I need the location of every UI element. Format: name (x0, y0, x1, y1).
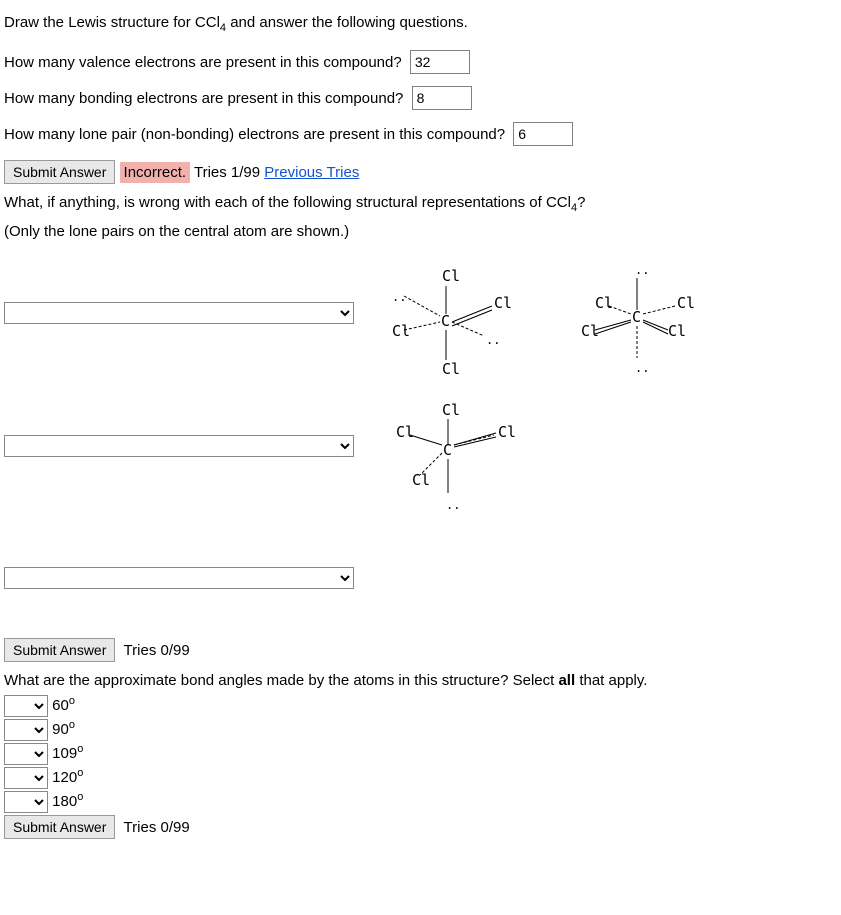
bonding-input[interactable] (412, 86, 472, 110)
intro-suffix: and answer the following questions. (226, 14, 468, 31)
svg-text:..: .. (392, 290, 406, 304)
angle-select-109[interactable] (4, 743, 48, 765)
svg-text:Cl: Cl (581, 322, 599, 340)
angles-question: What are the approximate bond angles mad… (4, 670, 837, 691)
feedback-row-2: Submit Answer Tries 0/99 (4, 638, 837, 662)
structure-select-2[interactable] (4, 435, 354, 457)
svg-text:..: .. (486, 333, 500, 347)
structure-select-3[interactable] (4, 567, 354, 589)
diagram-column: Cl Cl C Cl Cl .. .. .. Cl Cl C Cl Cl (364, 256, 837, 528)
valence-row: How many valence electrons are present i… (4, 50, 837, 74)
svg-text:Cl: Cl (396, 423, 414, 441)
svg-text:C: C (632, 308, 641, 326)
intro-prefix: Draw the Lewis structure for CCl (4, 14, 220, 31)
svg-text:..: .. (635, 361, 649, 375)
angle-select-90[interactable] (4, 719, 48, 741)
submit-button-3[interactable]: Submit Answer (4, 815, 115, 839)
svg-text:..: .. (635, 263, 649, 277)
angle-row-180: 180o (4, 791, 837, 813)
tries-text-2: Tries 0/99 (124, 642, 190, 659)
angle-select-60[interactable] (4, 695, 48, 717)
angle-row-109: 109o (4, 743, 837, 765)
svg-text:Cl: Cl (677, 294, 695, 312)
svg-text:Cl: Cl (494, 294, 512, 312)
struct-prefix: What, if anything, is wrong with each of… (4, 194, 571, 211)
tries-text-1: Tries 1/99 (190, 164, 264, 181)
intro-text: Draw the Lewis structure for CCl4 and an… (4, 12, 837, 36)
angle-row-120: 120o (4, 767, 837, 789)
lonepair-label: How many lone pair (non-bonding) electro… (4, 126, 505, 143)
feedback-row-3: Submit Answer Tries 0/99 (4, 815, 837, 839)
angle-label-180: 180o (52, 793, 83, 810)
angle-label-120: 120o (52, 769, 83, 786)
svg-text:Cl: Cl (498, 423, 516, 441)
struct-line2: (Only the lone pairs on the central atom… (4, 221, 837, 242)
svg-text:Cl: Cl (442, 360, 460, 378)
angle-label-60: 60o (52, 697, 75, 714)
status-badge: Incorrect. (120, 162, 191, 183)
svg-text:Cl: Cl (668, 322, 686, 340)
submit-button-2[interactable]: Submit Answer (4, 638, 115, 662)
svg-text:C: C (441, 312, 450, 330)
angle-select-180[interactable] (4, 791, 48, 813)
angles-suffix: that apply. (575, 672, 647, 689)
bonding-label: How many bonding electrons are present i… (4, 90, 403, 107)
svg-text:..: .. (446, 498, 460, 512)
previous-tries-link[interactable]: Previous Tries (264, 164, 359, 181)
svg-text:Cl: Cl (392, 322, 410, 340)
angles-bold: all (558, 672, 575, 689)
struct-question: What, if anything, is wrong with each of… (4, 192, 837, 216)
svg-text:Cl: Cl (442, 267, 460, 285)
svg-text:Cl: Cl (595, 294, 613, 312)
structure-diagram-1: Cl Cl C Cl Cl .. .. (364, 266, 544, 386)
angle-label-90: 90o (52, 721, 75, 738)
submit-button-1[interactable]: Submit Answer (4, 160, 115, 184)
valence-input[interactable] (410, 50, 470, 74)
structure-diagram-3: Cl Cl Cl C Cl .. (364, 397, 544, 517)
feedback-row-1: Submit Answer Incorrect. Tries 1/99 Prev… (4, 160, 837, 184)
lonepair-row: How many lone pair (non-bonding) electro… (4, 122, 837, 146)
angle-select-120[interactable] (4, 767, 48, 789)
svg-text:Cl: Cl (442, 401, 460, 419)
structure-select-1[interactable] (4, 302, 354, 324)
angle-row-60: 60o (4, 695, 837, 717)
angle-label-109: 109o (52, 745, 83, 762)
struct-suffix: ? (577, 194, 585, 211)
angles-prefix: What are the approximate bond angles mad… (4, 672, 558, 689)
svg-text:Cl: Cl (412, 471, 430, 489)
valence-label: How many valence electrons are present i… (4, 54, 402, 71)
angle-row-90: 90o (4, 719, 837, 741)
lonepair-input[interactable] (513, 122, 573, 146)
bonding-row: How many bonding electrons are present i… (4, 86, 837, 110)
svg-text:C: C (443, 441, 452, 459)
structure-diagram-2: .. Cl Cl C Cl Cl .. (553, 256, 733, 386)
tries-text-3: Tries 0/99 (124, 819, 190, 836)
